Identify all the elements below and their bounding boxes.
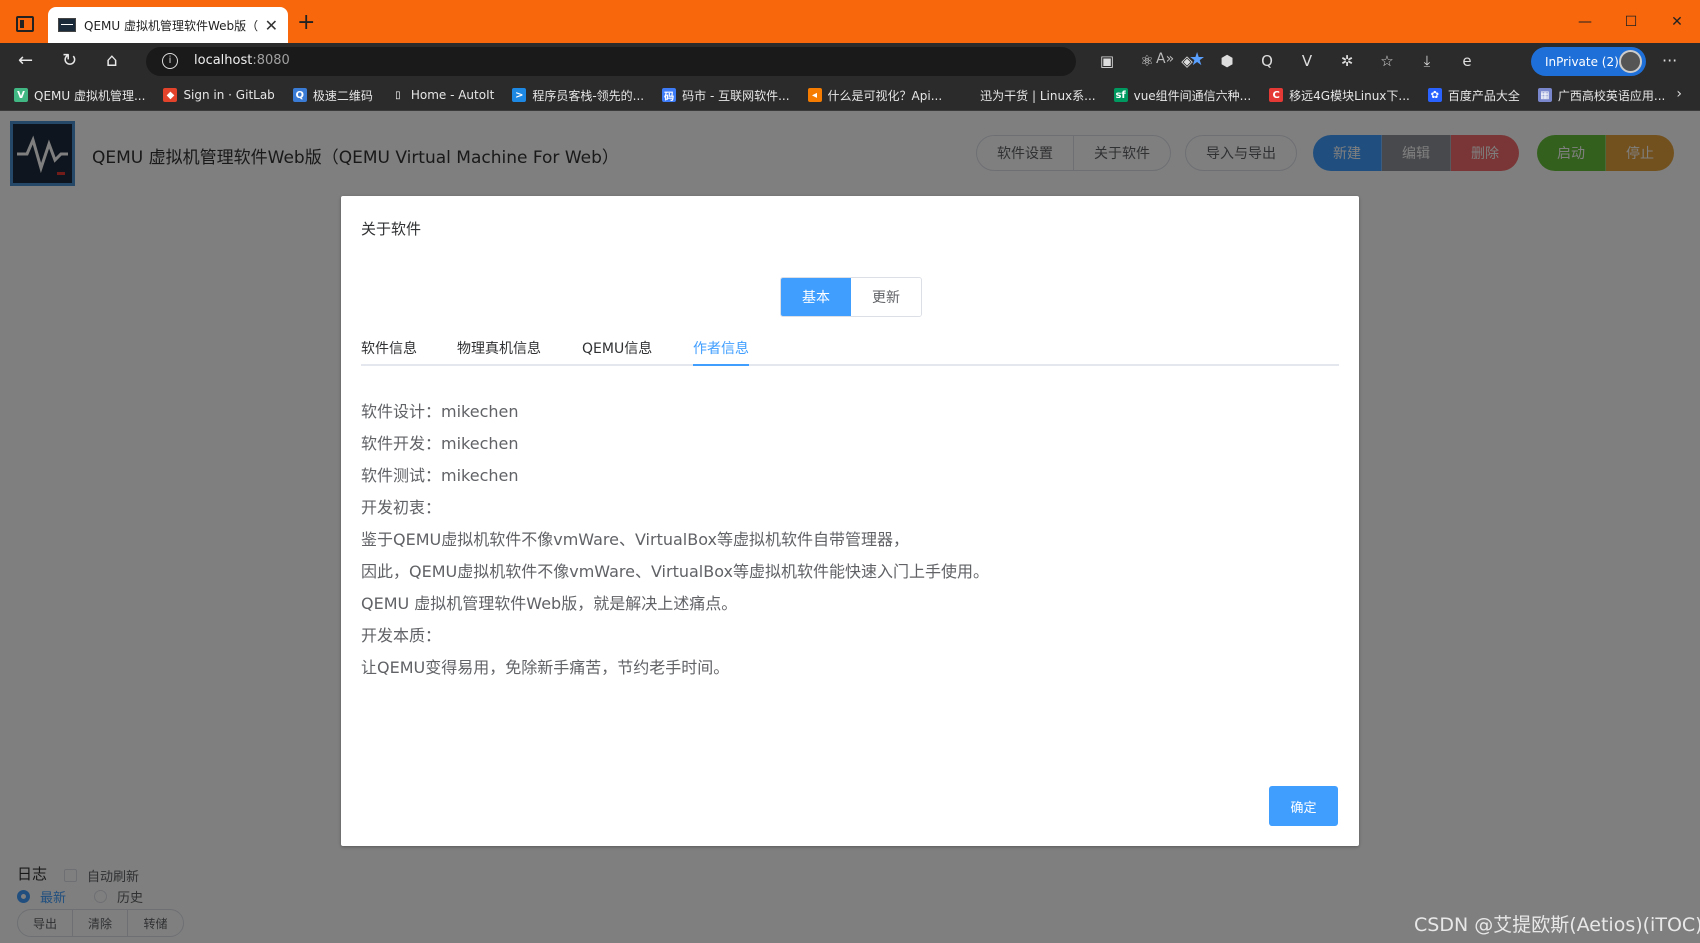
browser-titlebar: QEMU 虚拟机管理软件Web版（ ✕ + — ☐ ✕ [0, 0, 1700, 43]
site-info-icon[interactable]: i [162, 53, 178, 69]
bookmark-label: QEMU 虚拟机管理... [34, 88, 146, 103]
bookmark-label: Home - AutoIt [410, 88, 495, 102]
close-window-icon[interactable]: ✕ [1654, 0, 1700, 43]
bookmark-label: 百度产品大全 [1447, 88, 1520, 103]
info-line: 软件设计：mikechen [361, 402, 519, 421]
bookmark-favicon-icon: sf [1113, 88, 1128, 102]
about-dialog: 关于软件 基本 更新 软件信息 物理真机信息 QEMU信息 作者信息 软件设计：… [341, 196, 1359, 846]
author-info-content: 软件设计：mikechen 软件开发：mikechen 软件测试：mikeche… [361, 398, 989, 686]
tab-host-info[interactable]: 物理真机信息 [457, 338, 541, 358]
info-line: 软件测试：mikechen [361, 466, 519, 485]
minimize-icon[interactable]: — [1562, 0, 1608, 43]
bookmark-item[interactable]: ◂ 什么是可视化？Api... [807, 87, 943, 104]
favorites-icon[interactable]: ☆ [1375, 49, 1399, 73]
bookmark-favicon-icon: V [14, 88, 28, 102]
bookmark-favicon-icon: C [1269, 88, 1284, 102]
bookmark-favicon-icon: Q [292, 88, 307, 102]
url-host: localhost [194, 53, 253, 68]
extensions-icon[interactable]: ✲ [1335, 49, 1359, 73]
bookmark-label: 什么是可视化？Api... [827, 88, 943, 103]
puzzle-badge-icon[interactable]: ▣ [1095, 49, 1119, 73]
bookmark-favicon-icon: ▯ [390, 88, 405, 102]
tab-title: QEMU 虚拟机管理软件Web版（ [84, 18, 259, 33]
tab-author-info[interactable]: 作者信息 [693, 338, 749, 358]
csdn-watermark: CSDN @艾提欧斯(Aetios)(iTOC) [1414, 914, 1700, 936]
bookmark-label: 码市 - 互联网软件... [682, 88, 790, 103]
vue-icon[interactable]: V [1295, 49, 1319, 73]
tab-software-info[interactable]: 软件信息 [361, 338, 417, 358]
bookmark-favicon-icon: > [512, 88, 527, 102]
bookmarks-bar: V QEMU 虚拟机管理... ◆ Sign in · GitLab Q 极速二维码 ▯ Ho… [0, 80, 1700, 111]
bookmark-item[interactable]: ✿ 百度产品大全 [1427, 87, 1520, 104]
active-tab-indicator [693, 364, 749, 366]
bookmarks-more-icon[interactable]: › [1676, 86, 1682, 102]
download-icon[interactable]: ⤓ [1415, 49, 1439, 73]
home-icon[interactable]: ⌂ [106, 50, 117, 71]
app-favicon-icon [58, 18, 76, 32]
new-tab-icon[interactable]: + [297, 10, 315, 35]
tab-actions-icon[interactable] [16, 16, 34, 32]
bookmark-label: 广西高校英语应用... [1557, 88, 1666, 103]
bookmark-favicon-icon: ▦ [1537, 88, 1552, 102]
about-tabs: 软件信息 物理真机信息 QEMU信息 作者信息 [361, 330, 1339, 366]
bookmark-item[interactable]: 迅为干货 | Linux系... [960, 87, 1096, 104]
profile-avatar [1619, 50, 1642, 73]
bookmark-item[interactable]: Q 极速二维码 [292, 87, 373, 104]
address-bar[interactable]: i localhost:8080 A» ★ [146, 47, 1205, 76]
back-icon[interactable]: ← [18, 50, 33, 71]
edge-icon[interactable]: e [1455, 49, 1479, 73]
app-page: QEMU 虚拟机管理软件Web版（QEMU Virtual Machine Fo… [0, 111, 1700, 943]
browser-toolbar: ← ↻ ⌂ i localhost:8080 A» ★ ▣ ⚛ ◈ ⬢ Q V ✲ ☆ ⤓ e I… [0, 43, 1700, 80]
q-app-icon[interactable]: Q [1255, 49, 1279, 73]
window-controls: — ☐ ✕ [1562, 0, 1700, 43]
info-line: 开发本质： [361, 626, 442, 645]
hexagon-badge-icon[interactable]: ⬢ [1215, 49, 1239, 73]
tab-close-icon[interactable]: ✕ [265, 16, 278, 35]
bookmark-item[interactable]: C 移远4G模块Linux下... [1269, 87, 1410, 104]
tab-qemu-info[interactable]: QEMU信息 [582, 338, 652, 358]
segment-update[interactable]: 更新 [851, 278, 921, 316]
bookmark-favicon-icon [960, 88, 975, 102]
bookmark-label: vue组件间通信六种... [1133, 88, 1252, 103]
bookmark-favicon-icon: ◆ [163, 88, 178, 102]
bookmark-favicon-icon: ✿ [1427, 88, 1442, 102]
extension-icons: ▣ ⚛ ◈ ⬢ Q V ✲ ☆ ⤓ e [1095, 49, 1479, 73]
bookmark-item[interactable]: ▦ 广西高校英语应用... [1537, 87, 1666, 104]
info-line: 开发初衷： [361, 498, 442, 517]
dialog-title: 关于软件 [361, 220, 422, 238]
inprivate-button[interactable]: InPrivate (2) [1531, 47, 1646, 76]
maximize-icon[interactable]: ☐ [1608, 0, 1654, 43]
bookmark-label: Sign in · GitLab [183, 88, 275, 102]
refresh-icon[interactable]: ↻ [62, 50, 77, 71]
inprivate-label: InPrivate (2) [1545, 54, 1619, 69]
react-icon[interactable]: ⚛ [1135, 49, 1159, 73]
browser-tab[interactable]: QEMU 虚拟机管理软件Web版（ ✕ [48, 7, 288, 43]
ok-button[interactable]: 确定 [1269, 786, 1338, 826]
bookmark-item[interactable]: ◆ Sign in · GitLab [163, 88, 275, 102]
url-text[interactable]: localhost:8080 [194, 53, 290, 68]
bookmark-label: 移远4G模块Linux下... [1289, 88, 1410, 103]
segment-basic[interactable]: 基本 [781, 278, 851, 316]
info-line: 软件开发：mikechen [361, 434, 519, 453]
bookmark-item[interactable]: sf vue组件间通信六种... [1113, 87, 1252, 104]
bookmark-favicon-icon: 码 [662, 88, 677, 103]
info-line: 因此，QEMU虚拟机软件不像vmWare、VirtualBox等虚拟机软件能快速… [361, 562, 989, 581]
bookmark-label: 极速二维码 [312, 88, 373, 103]
bookmark-item[interactable]: 码码市 - 互联网软件... [662, 87, 790, 104]
bookmark-label: 迅为干货 | Linux系... [980, 88, 1096, 103]
about-segment-control: 基本 更新 [780, 277, 922, 317]
bookmark-item[interactable]: > 程序员客栈-领先的... [512, 87, 644, 104]
bookmark-item[interactable]: ▯ Home - AutoIt [390, 88, 495, 102]
bookmark-label: 程序员客栈-领先的... [532, 88, 645, 103]
more-menu-icon[interactable]: ··· [1662, 51, 1677, 70]
info-line: QEMU 虚拟机管理软件Web版，就是解决上述痛点。 [361, 594, 738, 613]
bookmark-favicon-icon: ◂ [807, 88, 822, 102]
info-line: 鉴于QEMU虚拟机软件不像vmWare、VirtualBox等虚拟机软件自带管理… [361, 530, 909, 549]
bookmark-item[interactable]: V QEMU 虚拟机管理... [14, 87, 145, 104]
url-port: :8080 [252, 53, 290, 68]
paint-badge-icon[interactable]: ◈ [1175, 49, 1199, 73]
info-line: 让QEMU变得易用，免除新手痛苦，节约老手时间。 [361, 658, 730, 677]
